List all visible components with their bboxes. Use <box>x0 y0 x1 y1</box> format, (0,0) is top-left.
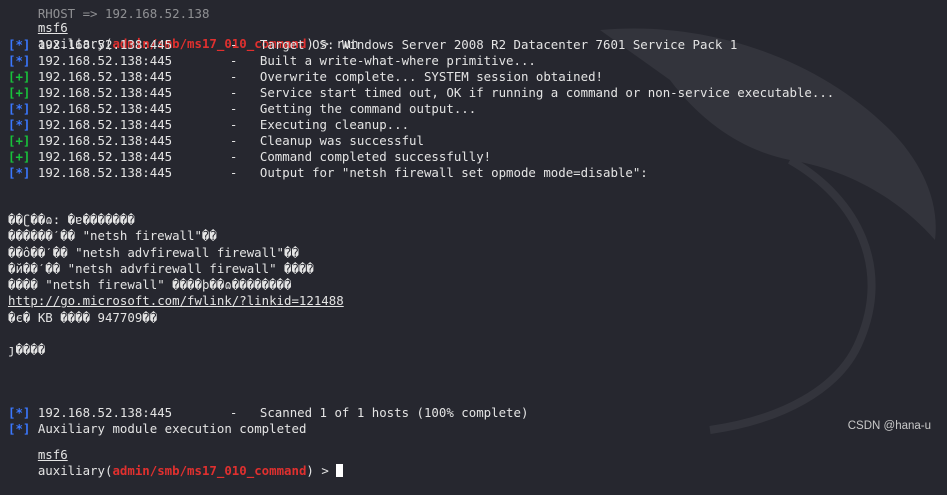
status-good-tag: [+] <box>8 133 31 148</box>
log-line: [*] 192.168.52.138:445- Built a write-wha… <box>8 53 536 68</box>
host-address: 192.168.52.138:445 <box>37 69 173 84</box>
log-message: Built a write-what-where primitive... <box>259 53 536 68</box>
host-address: 192.168.52.138:445 <box>37 117 173 132</box>
log-line: [*] 192.168.52.138:445- Executing cleanup… <box>8 117 410 132</box>
host-address: 192.168.52.138:445 <box>37 149 173 164</box>
output-line: �є� KB ���� 947709�� <box>8 309 158 325</box>
log-line: [*] 192.168.52.138:445- Output for "netsh… <box>8 165 648 180</box>
final-line: [*] 192.168.52.138:445- Scanned 1 of 1 ho… <box>8 405 529 420</box>
status-info-tag: [*] <box>8 37 31 52</box>
output-link[interactable]: http://go.microsoft.com/fwlink/?linkid=1… <box>8 293 344 309</box>
status-good-tag: [+] <box>8 69 31 84</box>
host-address: 192.168.52.138:445 <box>37 101 173 116</box>
host-address: 192.168.52.138:445 <box>37 37 173 52</box>
log-line: [+] 192.168.52.138:445- Command completed… <box>8 149 492 164</box>
log-message: Target OS: Windows Server 2008 R2 Datace… <box>259 37 738 52</box>
status-info-tag: [*] <box>8 405 31 420</box>
status-info-tag: [*] <box>8 53 31 68</box>
prompt-msf: msf6 <box>37 20 68 35</box>
terminal-cursor <box>336 464 344 477</box>
prompt-line: msf6 auxiliary(admin/smb/ms17_010_comman… <box>37 20 359 51</box>
log-line: [+] 192.168.52.138:445- Cleanup was succe… <box>8 133 424 148</box>
host-address: 192.168.52.138:445 <box>37 165 173 180</box>
log-message: Output for "netsh firewall set opmode mo… <box>259 165 648 180</box>
output-line: ������ˊ�� "netsh firewall"�� <box>8 228 217 244</box>
active-prompt-line[interactable]: msf6 auxiliary(admin/smb/ms17_010_comman… <box>8 431 344 478</box>
status-good-tag: [+] <box>8 149 31 164</box>
log-message: Scanned 1 of 1 hosts (100% complete) <box>259 405 529 420</box>
log-line: [*] 192.168.52.138:445- Target OS: Window… <box>8 37 738 52</box>
log-message: Cleanup was successful <box>259 133 424 148</box>
output-line: ��ô��ˊ�� "netsh advfirewall firewall"�� <box>8 244 299 260</box>
log-message: Service start timed out, OK if running a… <box>259 85 835 100</box>
status-good-tag: [+] <box>8 85 31 100</box>
log-line: [*] 192.168.52.138:445- Getting the comma… <box>8 101 477 116</box>
watermark: CSDN @hana-u <box>847 420 931 432</box>
log-message: Getting the command output... <box>259 101 477 116</box>
log-message: Executing cleanup... <box>259 117 410 132</box>
log-line: [+] 192.168.52.138:445- Service start tim… <box>8 85 835 100</box>
host-address: 192.168.52.138:445 <box>37 85 173 100</box>
output-line: �й��ˊ�� "netsh advfirewall firewall" ���… <box>8 260 314 276</box>
status-info-tag: [*] <box>8 117 31 132</box>
host-address: 192.168.52.138:445 <box>37 53 173 68</box>
log-message: Overwrite complete... SYSTEM session obt… <box>259 69 604 84</box>
status-info-tag: [*] <box>8 101 31 116</box>
output-line: ��ʗ��ɷ: �ɐ������� <box>8 212 135 227</box>
kali-dragon-watermark-icon <box>600 28 936 434</box>
output-line: ȷ���� <box>8 342 46 357</box>
host-address: 192.168.52.138:445 <box>37 133 173 148</box>
log-message: Command completed successfully! <box>259 149 492 164</box>
host-address: 192.168.52.138:445 <box>37 405 173 420</box>
output-line: ���� "netsh firewall" ����þ��ɷ�������� <box>8 277 292 292</box>
status-info-tag: [*] <box>8 165 31 180</box>
log-line: [+] 192.168.52.138:445- Overwrite complet… <box>8 69 604 84</box>
